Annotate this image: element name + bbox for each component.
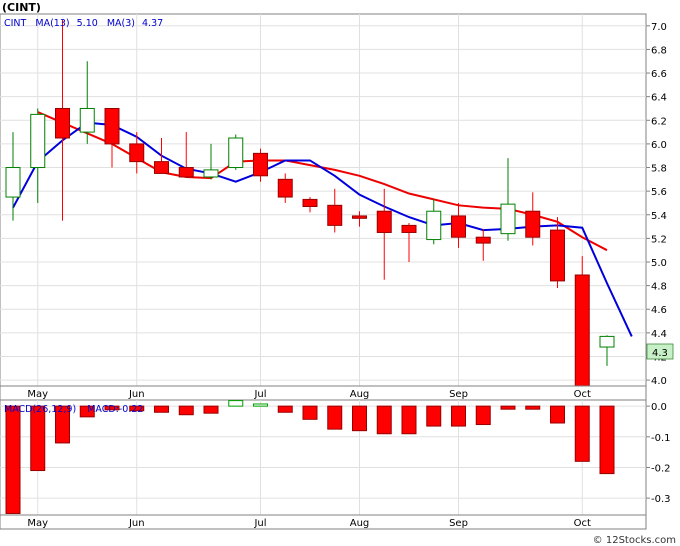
month-axis-band-bottom — [0, 514, 647, 530]
candle-body — [253, 152, 268, 177]
candle-body — [525, 210, 541, 238]
month-label-bottom: Sep — [449, 518, 468, 529]
macd-tick-label: -0.1 — [651, 433, 671, 444]
price-panel-frame — [0, 13, 647, 387]
price-tick-label: 6.4 — [651, 93, 667, 104]
candle-body — [5, 167, 21, 198]
candle — [228, 134, 244, 170]
macd-bar — [376, 405, 392, 435]
macd-bar — [352, 405, 367, 432]
month-axis-band — [0, 385, 647, 401]
candle-body — [129, 143, 145, 163]
price-tick-label: 4.4 — [651, 329, 667, 340]
chart-title: (CINT) — [2, 1, 41, 14]
macd-bar — [154, 405, 169, 413]
ticker-label: CINT — [4, 18, 27, 29]
last-price-tag-text: 4.3 — [652, 348, 668, 359]
candle-body — [574, 274, 590, 387]
macd-bar — [475, 405, 491, 426]
candle-body — [277, 178, 293, 198]
macd-bar — [253, 403, 268, 407]
macd-bar — [5, 405, 21, 514]
price-tick-label: 6.6 — [651, 69, 667, 80]
macd-bar — [550, 405, 565, 424]
candle-body — [55, 107, 70, 139]
price-tick-label: 5.0 — [651, 258, 667, 269]
candle-body — [599, 335, 615, 348]
macd-bar — [599, 405, 615, 475]
candle-body — [500, 203, 516, 235]
candle-body — [154, 161, 169, 174]
month-label-top: Oct — [574, 389, 591, 400]
ma13-label: MA(13) — [35, 18, 69, 29]
price-tick-label: 4.0 — [651, 376, 667, 387]
candle-body — [451, 215, 466, 238]
candle-body — [352, 215, 367, 219]
price-tick-label: 7.0 — [651, 22, 667, 33]
macd-params-label: MACD(26,12,9) — [4, 404, 76, 415]
price-panel: 4.04.24.44.64.85.05.25.45.65.86.06.26.46… — [0, 1, 674, 387]
price-tick-label: 4.8 — [651, 282, 667, 293]
macd-bar — [30, 405, 46, 472]
copyright-footer: © 12Stocks.com — [593, 535, 676, 546]
month-label-bottom: Jun — [128, 518, 145, 529]
macd-bar — [401, 405, 417, 435]
candle-body — [30, 113, 46, 169]
macd-tick-label: -0.2 — [651, 463, 671, 474]
month-label-top: Jun — [128, 389, 145, 400]
month-label-bottom: Oct — [574, 518, 591, 529]
macd-bar — [178, 405, 194, 416]
price-tick-label: 4.6 — [651, 305, 667, 316]
month-label-top: Jul — [253, 389, 266, 400]
macd-value-label: MACD:-0.22 — [87, 404, 143, 415]
macd-bar — [228, 400, 244, 407]
candle-body — [203, 169, 219, 178]
macd-bar — [500, 405, 516, 410]
price-tick-label: 6.8 — [651, 45, 667, 56]
month-label-bottom: Jul — [253, 518, 266, 529]
ma3-value: 4.37 — [142, 18, 163, 29]
macd-bar — [327, 405, 343, 430]
month-label-bottom: May — [27, 518, 48, 529]
price-tick-label: 5.8 — [651, 164, 667, 175]
candle-body — [228, 137, 244, 169]
candle-body — [376, 210, 392, 233]
candle-body — [178, 167, 194, 178]
macd-tick-label: 0.0 — [651, 402, 667, 413]
macd-bar — [302, 405, 318, 420]
candle-body — [475, 236, 491, 244]
candle-body — [550, 229, 565, 282]
macd-bar — [451, 405, 466, 427]
price-tick-label: 5.4 — [651, 211, 667, 222]
candle-body — [104, 107, 120, 145]
candle-body — [302, 198, 318, 207]
candle-body — [426, 210, 442, 241]
candle-body — [79, 107, 95, 133]
price-tick-label: 5.2 — [651, 234, 667, 245]
macd-panel: 0.0 -0.1 -0.2 -0.3 MACD(26,12,9) MACD:-0.22 — [0, 399, 671, 516]
last-price-tag: 4.3 — [646, 343, 674, 360]
price-tick-label: 6.0 — [651, 140, 667, 151]
macd-bar — [525, 405, 541, 410]
month-label-top: Aug — [350, 389, 370, 400]
price-tick-label: 5.6 — [651, 187, 667, 198]
macd-bar — [426, 405, 442, 427]
ma3-label: MA(3) — [107, 18, 135, 29]
macd-tick-label: -0.3 — [651, 494, 671, 505]
month-label-top: May — [27, 389, 48, 400]
candle-body — [327, 204, 343, 226]
month-label-bottom: Aug — [350, 518, 370, 529]
macd-bar — [277, 405, 293, 413]
stock-chart: 4.04.24.44.64.85.05.25.45.65.86.06.26.46… — [0, 0, 680, 546]
price-tick-label: 6.2 — [651, 116, 667, 127]
candle-body — [401, 224, 417, 233]
macd-bar — [574, 405, 590, 462]
macd-bar — [203, 405, 219, 414]
candle — [574, 256, 590, 387]
month-label-top: Sep — [449, 389, 468, 400]
ma13-value: 5.10 — [77, 18, 98, 29]
macd-legend: MACD(26,12,9) MACD:-0.22 — [4, 404, 143, 415]
